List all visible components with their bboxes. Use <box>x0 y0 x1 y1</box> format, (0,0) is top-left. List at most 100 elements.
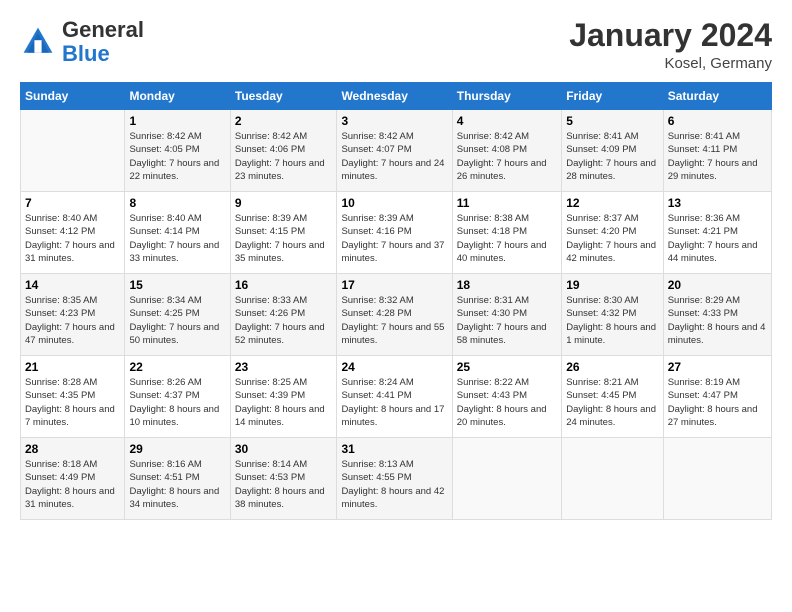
cell-info: Sunrise: 8:14 AMSunset: 4:53 PMDaylight:… <box>235 458 333 511</box>
day-cell: 28Sunrise: 8:18 AMSunset: 4:49 PMDayligh… <box>21 438 125 520</box>
day-cell: 15 Sunrise: 8:34 AMSunset: 4:25 PMDayligh… <box>125 274 230 356</box>
day-number: 20 <box>668 278 767 292</box>
day-number: 29 <box>129 442 225 456</box>
day-number: 24 <box>341 360 447 374</box>
day-cell: 30 Sunrise: 8:14 AMSunset: 4:53 PMDayligh… <box>230 438 337 520</box>
day-cell: 24 Sunrise: 8:24 AMSunset: 4:41 PMDayligh… <box>337 356 452 438</box>
day-number: 6 <box>668 114 767 128</box>
day-cell: 31 Sunrise: 8:13 AMSunset: 4:55 PMDayligh… <box>337 438 452 520</box>
day-cell: 21 Sunrise: 8:28 AMSunset: 4:35 PMDayligh… <box>21 356 125 438</box>
day-cell: 10 Sunrise: 8:39 AMSunset: 4:16 PMDayligh… <box>337 192 452 274</box>
cell-info: Sunrise: 8:40 AMSunset: 4:12 PMDaylight:… <box>25 212 120 265</box>
cell-info: Sunrise: 8:26 AMSunset: 4:37 PMDaylight:… <box>129 376 225 429</box>
cell-info: Sunrise: 8:39 AMSunset: 4:16 PMDaylight:… <box>341 212 447 265</box>
cell-info: Sunrise: 8:35 AMSunset: 4:23 PMDaylight:… <box>25 294 120 347</box>
header-row: Sunday Monday Tuesday Wednesday Thursday… <box>21 83 772 110</box>
day-cell: 16Sunrise: 8:33 AMSunset: 4:26 PMDayligh… <box>230 274 337 356</box>
week-row-0: 1 Sunrise: 8:42 AMSunset: 4:05 PMDaylight… <box>21 110 772 192</box>
cell-info: Sunrise: 8:42 AMSunset: 4:07 PMDaylight:… <box>341 130 447 183</box>
cell-info: Sunrise: 8:19 AMSunset: 4:47 PMDaylight:… <box>668 376 767 429</box>
day-cell: 13 Sunrise: 8:36 AMSunset: 4:21 PMDayligh… <box>663 192 771 274</box>
day-cell: 19Sunrise: 8:30 AMSunset: 4:32 PMDayligh… <box>562 274 663 356</box>
day-cell: 17Sunrise: 8:32 AMSunset: 4:28 PMDayligh… <box>337 274 452 356</box>
logo-general: General <box>62 17 144 42</box>
cell-info: Sunrise: 8:16 AMSunset: 4:51 PMDaylight:… <box>129 458 225 511</box>
logo-blue: Blue <box>62 41 110 66</box>
day-cell: 25Sunrise: 8:22 AMSunset: 4:43 PMDayligh… <box>452 356 561 438</box>
day-cell: 12 Sunrise: 8:37 AMSunset: 4:20 PMDayligh… <box>562 192 663 274</box>
cell-info: Sunrise: 8:31 AMSunset: 4:30 PMDaylight:… <box>457 294 557 347</box>
cell-info: Sunrise: 8:24 AMSunset: 4:41 PMDaylight:… <box>341 376 447 429</box>
col-saturday: Saturday <box>663 83 771 110</box>
day-number: 30 <box>235 442 333 456</box>
day-cell <box>562 438 663 520</box>
day-number: 19 <box>566 278 658 292</box>
day-number: 23 <box>235 360 333 374</box>
day-number: 2 <box>235 114 333 128</box>
day-cell: 22 Sunrise: 8:26 AMSunset: 4:37 PMDayligh… <box>125 356 230 438</box>
day-number: 15 <box>129 278 225 292</box>
week-row-4: 28Sunrise: 8:18 AMSunset: 4:49 PMDayligh… <box>21 438 772 520</box>
cell-info: Sunrise: 8:36 AMSunset: 4:21 PMDaylight:… <box>668 212 767 265</box>
day-cell: 18 Sunrise: 8:31 AMSunset: 4:30 PMDayligh… <box>452 274 561 356</box>
day-cell <box>21 110 125 192</box>
day-cell: 2 Sunrise: 8:42 AMSunset: 4:06 PMDaylight… <box>230 110 337 192</box>
day-number: 21 <box>25 360 120 374</box>
col-monday: Monday <box>125 83 230 110</box>
day-number: 12 <box>566 196 658 210</box>
day-number: 1 <box>129 114 225 128</box>
location: Kosel, Germany <box>569 55 772 72</box>
cell-info: Sunrise: 8:28 AMSunset: 4:35 PMDaylight:… <box>25 376 120 429</box>
day-number: 18 <box>457 278 557 292</box>
calendar-table: Sunday Monday Tuesday Wednesday Thursday… <box>20 82 772 520</box>
day-cell: 27 Sunrise: 8:19 AMSunset: 4:47 PMDayligh… <box>663 356 771 438</box>
day-cell <box>663 438 771 520</box>
day-cell: 9Sunrise: 8:39 AMSunset: 4:15 PMDaylight… <box>230 192 337 274</box>
day-number: 8 <box>129 196 225 210</box>
day-number: 27 <box>668 360 767 374</box>
logo-text: General Blue <box>62 18 144 66</box>
cell-info: Sunrise: 8:13 AMSunset: 4:55 PMDaylight:… <box>341 458 447 511</box>
cell-info: Sunrise: 8:37 AMSunset: 4:20 PMDaylight:… <box>566 212 658 265</box>
logo: General Blue <box>20 18 144 66</box>
cell-info: Sunrise: 8:34 AMSunset: 4:25 PMDaylight:… <box>129 294 225 347</box>
day-number: 26 <box>566 360 658 374</box>
week-row-1: 7 Sunrise: 8:40 AMSunset: 4:12 PMDaylight… <box>21 192 772 274</box>
day-cell: 8 Sunrise: 8:40 AMSunset: 4:14 PMDaylight… <box>125 192 230 274</box>
cell-info: Sunrise: 8:42 AMSunset: 4:08 PMDaylight:… <box>457 130 557 183</box>
day-number: 13 <box>668 196 767 210</box>
day-cell: 6Sunrise: 8:41 AMSunset: 4:11 PMDaylight… <box>663 110 771 192</box>
day-number: 3 <box>341 114 447 128</box>
cell-info: Sunrise: 8:40 AMSunset: 4:14 PMDaylight:… <box>129 212 225 265</box>
day-number: 31 <box>341 442 447 456</box>
day-number: 7 <box>25 196 120 210</box>
col-wednesday: Wednesday <box>337 83 452 110</box>
cell-info: Sunrise: 8:33 AMSunset: 4:26 PMDaylight:… <box>235 294 333 347</box>
header: General Blue January 2024 Kosel, Germany <box>20 18 772 72</box>
cell-info: Sunrise: 8:25 AMSunset: 4:39 PMDaylight:… <box>235 376 333 429</box>
week-row-3: 21 Sunrise: 8:28 AMSunset: 4:35 PMDayligh… <box>21 356 772 438</box>
col-friday: Friday <box>562 83 663 110</box>
week-row-2: 14 Sunrise: 8:35 AMSunset: 4:23 PMDayligh… <box>21 274 772 356</box>
col-tuesday: Tuesday <box>230 83 337 110</box>
cell-info: Sunrise: 8:42 AMSunset: 4:06 PMDaylight:… <box>235 130 333 183</box>
day-cell: 26Sunrise: 8:21 AMSunset: 4:45 PMDayligh… <box>562 356 663 438</box>
cell-info: Sunrise: 8:42 AMSunset: 4:05 PMDaylight:… <box>129 130 225 183</box>
col-thursday: Thursday <box>452 83 561 110</box>
cell-info: Sunrise: 8:41 AMSunset: 4:09 PMDaylight:… <box>566 130 658 183</box>
day-cell: 5Sunrise: 8:41 AMSunset: 4:09 PMDaylight… <box>562 110 663 192</box>
cell-info: Sunrise: 8:29 AMSunset: 4:33 PMDaylight:… <box>668 294 767 347</box>
day-cell: 3 Sunrise: 8:42 AMSunset: 4:07 PMDaylight… <box>337 110 452 192</box>
day-cell: 7 Sunrise: 8:40 AMSunset: 4:12 PMDaylight… <box>21 192 125 274</box>
day-number: 28 <box>25 442 120 456</box>
cell-info: Sunrise: 8:22 AMSunset: 4:43 PMDaylight:… <box>457 376 557 429</box>
day-cell: 4Sunrise: 8:42 AMSunset: 4:08 PMDaylight… <box>452 110 561 192</box>
day-number: 10 <box>341 196 447 210</box>
day-cell <box>452 438 561 520</box>
day-number: 9 <box>235 196 333 210</box>
month-title: January 2024 <box>569 18 772 53</box>
day-number: 22 <box>129 360 225 374</box>
day-cell: 29 Sunrise: 8:16 AMSunset: 4:51 PMDayligh… <box>125 438 230 520</box>
day-number: 14 <box>25 278 120 292</box>
page: General Blue January 2024 Kosel, Germany… <box>0 0 792 530</box>
